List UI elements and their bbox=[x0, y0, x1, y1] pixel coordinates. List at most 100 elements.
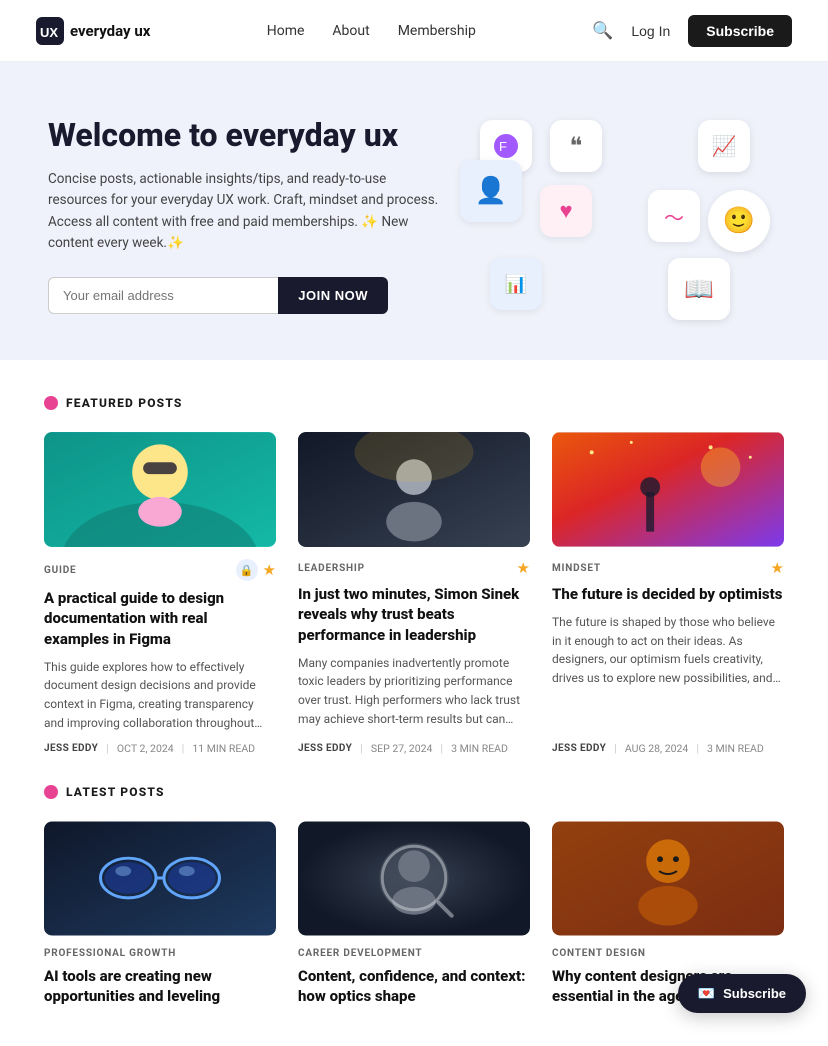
latest-post-0-meta: PROFESSIONAL GROWTH bbox=[44, 948, 276, 959]
featured-post-2-author: JESS EDDY bbox=[552, 743, 606, 754]
subscribe-float-button[interactable]: 💌 Subscribe bbox=[678, 974, 806, 1013]
featured-post-1-read: 3 MIN READ bbox=[451, 742, 508, 755]
star-badge-1: ★ bbox=[517, 559, 530, 577]
svg-text:F: F bbox=[499, 139, 507, 154]
featured-post-0-author: JESS EDDY bbox=[44, 743, 98, 754]
featured-title: FEATURED POSTS bbox=[66, 396, 183, 410]
latest-post-2-meta: CONTENT DESIGN bbox=[552, 948, 784, 959]
latest-post-2-img-svg bbox=[552, 821, 784, 936]
featured-post-2-title: The future is decided by optimists bbox=[552, 584, 784, 604]
latest-title: LATEST POSTS bbox=[66, 785, 165, 799]
featured-post-0-title: A practical guide to design documentatio… bbox=[44, 588, 276, 649]
featured-post-2-img-svg bbox=[552, 432, 784, 547]
featured-post-1[interactable]: LEADERSHIP ★ In just two minutes, Simon … bbox=[298, 432, 530, 755]
featured-post-0-excerpt: This guide explores how to effectively d… bbox=[44, 658, 276, 732]
featured-post-2-read: 3 MIN READ bbox=[707, 742, 764, 755]
latest-post-1[interactable]: CAREER DEVELOPMENT Content, confidence, … bbox=[298, 821, 530, 1016]
featured-section: FEATURED POSTS bbox=[0, 360, 828, 775]
featured-post-2-badges: ★ bbox=[771, 559, 784, 577]
latest-posts-grid: PROFESSIONAL GROWTH AI tools are creatin… bbox=[44, 821, 784, 1016]
featured-post-2-image bbox=[552, 432, 784, 547]
hero-description: Concise posts, actionable insights/tips,… bbox=[48, 169, 448, 255]
logo-icon: UX bbox=[36, 17, 64, 45]
latest-post-1-title: Content, confidence, and context: how op… bbox=[298, 966, 530, 1007]
featured-post-1-badges: ★ bbox=[517, 559, 530, 577]
tile-quote: ❝ bbox=[550, 120, 602, 172]
featured-post-1-author-line: JESS EDDY | SEP 27, 2024 | 3 MIN READ bbox=[298, 742, 530, 755]
join-now-button[interactable]: JOIN NOW bbox=[278, 277, 388, 314]
featured-post-0-category: GUIDE bbox=[44, 565, 76, 576]
tile-person: 👤 bbox=[460, 160, 522, 222]
nav-right: 🔍 Log In Subscribe bbox=[592, 15, 792, 47]
featured-post-2-author-line: JESS EDDY | AUG 28, 2024 | 3 MIN READ bbox=[552, 742, 784, 755]
featured-post-1-excerpt: Many companies inadvertently promote tox… bbox=[298, 654, 530, 728]
featured-post-2-meta: MINDSET ★ bbox=[552, 559, 784, 577]
latest-post-0-title: AI tools are creating new opportunities … bbox=[44, 966, 276, 1007]
featured-post-2[interactable]: MINDSET ★ The future is decided by optim… bbox=[552, 432, 784, 755]
section-dot-latest bbox=[44, 785, 58, 799]
featured-post-1-date: SEP 27, 2024 bbox=[371, 742, 433, 755]
tile-book: 📖 bbox=[668, 258, 730, 320]
nav-home[interactable]: Home bbox=[267, 23, 305, 39]
nav-links: Home About Membership bbox=[267, 23, 476, 39]
tile-data: 📊 bbox=[490, 258, 542, 310]
featured-posts-grid: GUIDE 🔒 ★ A practical guide to design do… bbox=[44, 432, 784, 755]
latest-post-1-meta: CAREER DEVELOPMENT bbox=[298, 948, 530, 959]
logo-text: everyday ux bbox=[70, 22, 150, 40]
latest-post-1-image bbox=[298, 821, 530, 936]
featured-post-2-excerpt: The future is shaped by those who believ… bbox=[552, 613, 784, 687]
latest-header: LATEST POSTS bbox=[44, 785, 784, 799]
featured-post-1-img-svg bbox=[298, 432, 530, 547]
featured-post-1-author: JESS EDDY bbox=[298, 743, 352, 754]
featured-post-0-meta: GUIDE 🔒 ★ bbox=[44, 559, 276, 581]
hero-left: Welcome to everyday ux Concise posts, ac… bbox=[48, 116, 448, 314]
featured-post-0-read: 11 MIN READ bbox=[192, 742, 255, 755]
latest-post-0[interactable]: PROFESSIONAL GROWTH AI tools are creatin… bbox=[44, 821, 276, 1016]
tile-chart: 📈 bbox=[698, 120, 750, 172]
featured-post-1-image bbox=[298, 432, 530, 547]
subscribe-float-icon: 💌 bbox=[698, 985, 715, 1002]
latest-post-1-img-svg bbox=[298, 821, 530, 936]
hero-illustration: F ❝ 📈 👤 ♥ 〜 🙂 📊 📖 bbox=[460, 110, 780, 320]
latest-post-2-image bbox=[552, 821, 784, 936]
search-button[interactable]: 🔍 bbox=[592, 21, 613, 41]
featured-post-0-img-svg bbox=[44, 432, 276, 547]
featured-post-0-author-line: JESS EDDY | OCT 2, 2024 | 11 MIN READ bbox=[44, 742, 276, 755]
featured-post-1-category: LEADERSHIP bbox=[298, 563, 365, 574]
svg-text:UX: UX bbox=[40, 25, 58, 40]
logo[interactable]: UX everyday ux bbox=[36, 17, 150, 45]
subscribe-button[interactable]: Subscribe bbox=[688, 15, 792, 47]
featured-post-0-badges: 🔒 ★ bbox=[236, 559, 276, 581]
star-badge-0: ★ bbox=[263, 561, 276, 579]
hero-form: JOIN NOW bbox=[48, 277, 388, 314]
latest-post-2-category: CONTENT DESIGN bbox=[552, 948, 646, 959]
lock-icon: 🔒 bbox=[240, 564, 254, 577]
featured-post-0[interactable]: GUIDE 🔒 ★ A practical guide to design do… bbox=[44, 432, 276, 755]
section-dot-featured bbox=[44, 396, 58, 410]
hero-section: Welcome to everyday ux Concise posts, ac… bbox=[0, 62, 828, 360]
featured-post-2-category: MINDSET bbox=[552, 563, 601, 574]
featured-header: FEATURED POSTS bbox=[44, 396, 784, 410]
lock-badge-0: 🔒 bbox=[236, 559, 258, 581]
navbar: UX everyday ux Home About Membership 🔍 L… bbox=[0, 0, 828, 62]
nav-about[interactable]: About bbox=[332, 23, 369, 39]
tile-wave: 〜 bbox=[648, 190, 700, 242]
hero-title: Welcome to everyday ux bbox=[48, 116, 448, 154]
latest-post-1-category: CAREER DEVELOPMENT bbox=[298, 948, 422, 959]
tile-face: 🙂 bbox=[708, 190, 770, 252]
featured-post-0-image bbox=[44, 432, 276, 547]
featured-post-1-title: In just two minutes, Simon Sinek reveals… bbox=[298, 584, 530, 645]
latest-post-0-category: PROFESSIONAL GROWTH bbox=[44, 948, 176, 959]
email-input[interactable] bbox=[48, 277, 278, 314]
nav-membership[interactable]: Membership bbox=[398, 23, 476, 39]
subscribe-float-label: Subscribe bbox=[723, 986, 786, 1001]
featured-post-2-date: AUG 28, 2024 bbox=[625, 742, 688, 755]
log-in-button[interactable]: Log In bbox=[631, 23, 670, 39]
latest-post-0-img-svg bbox=[44, 821, 276, 936]
tile-heart: ♥ bbox=[540, 185, 592, 237]
latest-post-0-image bbox=[44, 821, 276, 936]
featured-post-1-meta: LEADERSHIP ★ bbox=[298, 559, 530, 577]
featured-post-0-date: OCT 2, 2024 bbox=[117, 742, 174, 755]
search-icon: 🔍 bbox=[592, 21, 613, 40]
star-badge-2: ★ bbox=[771, 559, 784, 577]
